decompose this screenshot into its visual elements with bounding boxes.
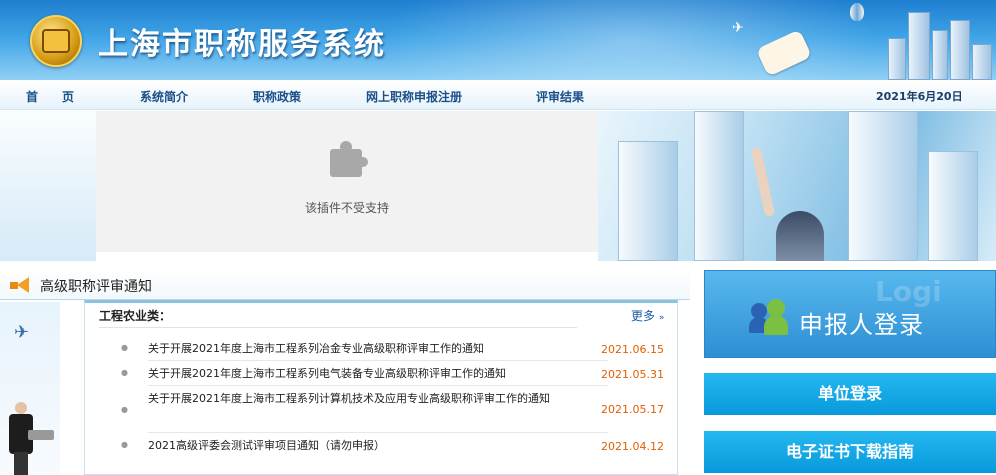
header-glow	[380, 0, 880, 80]
airplane-icon: ✈	[14, 322, 30, 343]
notice-section-title: 高级职称评审通知	[40, 279, 152, 295]
main-nav: 首 页 系统简介 职称政策 网上职称申报注册 评审结果 2021年6月20日	[0, 80, 996, 110]
site-title: 上海市职称服务系统	[98, 27, 386, 62]
row-divider	[148, 360, 608, 361]
bullet-icon: ●	[121, 440, 128, 449]
plugin-unsupported-message: 该插件不受支持	[304, 201, 389, 215]
applicant-login-button[interactable]: Logi 申报人登录	[704, 270, 996, 358]
notice-date: 2021.05.31	[601, 368, 664, 381]
airplane-icon: ✈	[732, 20, 744, 36]
more-label: 更多	[631, 309, 656, 323]
unit-login-button[interactable]: 单位登录	[704, 373, 996, 415]
bullet-icon: ●	[121, 368, 128, 377]
notice-title-link[interactable]: 关于开展2021年度上海市工程系列冶金专业高级职称评审工作的通知	[148, 339, 588, 359]
notice-list-box: 工程农业类： 更多 » ● 关于开展2021年度上海市工程系列冶金专业高级职称评…	[84, 300, 678, 475]
skyline-icon	[878, 10, 996, 80]
row-divider	[148, 432, 608, 433]
notice-date: 2021.04.12	[601, 440, 664, 453]
current-date: 2021年6月20日	[876, 90, 963, 103]
bullet-icon: ●	[121, 405, 128, 414]
site-header: 上海市职称服务系统 ✈	[0, 0, 996, 80]
notice-title-link[interactable]: 2021高级评委会测试评审项目通知（请勿申报）	[148, 436, 588, 456]
login-watermark: Logi	[875, 275, 942, 308]
pointing-arm	[750, 146, 776, 218]
category-divider	[99, 327, 577, 328]
shanghai-emblem-logo[interactable]	[30, 15, 82, 67]
notice-title-link[interactable]: 关于开展2021年度上海市工程系列电气装备专业高级职称评审工作的通知	[148, 364, 588, 384]
row-divider	[148, 385, 608, 386]
hero-person	[776, 211, 824, 261]
hero-city-banner	[598, 111, 996, 261]
notice-date: 2021.06.15	[601, 343, 664, 356]
notice-section-header: 高级职称评审通知	[0, 270, 690, 300]
certificate-download-guide-button[interactable]: 电子证书下载指南	[704, 431, 996, 473]
nav-title-policy[interactable]: 职称政策	[253, 88, 301, 105]
left-decoration: ✈	[0, 302, 60, 475]
nav-review-results[interactable]: 评审结果	[536, 88, 584, 105]
laptop-icon	[28, 430, 54, 440]
notice-category: 工程农业类：	[99, 309, 172, 323]
more-link[interactable]: 更多 »	[631, 307, 664, 324]
nav-system-intro[interactable]: 系统简介	[140, 88, 188, 105]
notice-date: 2021.05.17	[601, 403, 664, 416]
unsupported-plugin-area: 该插件不受支持	[96, 111, 598, 252]
applicant-login-label: 申报人登录	[799, 311, 924, 339]
bullet-icon: ●	[121, 343, 128, 352]
hero-left-backdrop	[0, 111, 96, 261]
hot-air-balloon-icon	[850, 3, 864, 21]
puzzle-piece-icon	[326, 141, 368, 181]
nav-home[interactable]: 首 页	[26, 88, 74, 105]
notice-title-link[interactable]: 关于开展2021年度上海市工程系列计算机技术及应用专业高级职称评审工作的通知	[148, 389, 594, 409]
megaphone-icon	[10, 277, 32, 293]
nav-online-registration[interactable]: 网上职称申报注册	[366, 88, 462, 105]
double-chevron-right-icon: »	[658, 313, 665, 323]
users-icon	[749, 299, 789, 335]
